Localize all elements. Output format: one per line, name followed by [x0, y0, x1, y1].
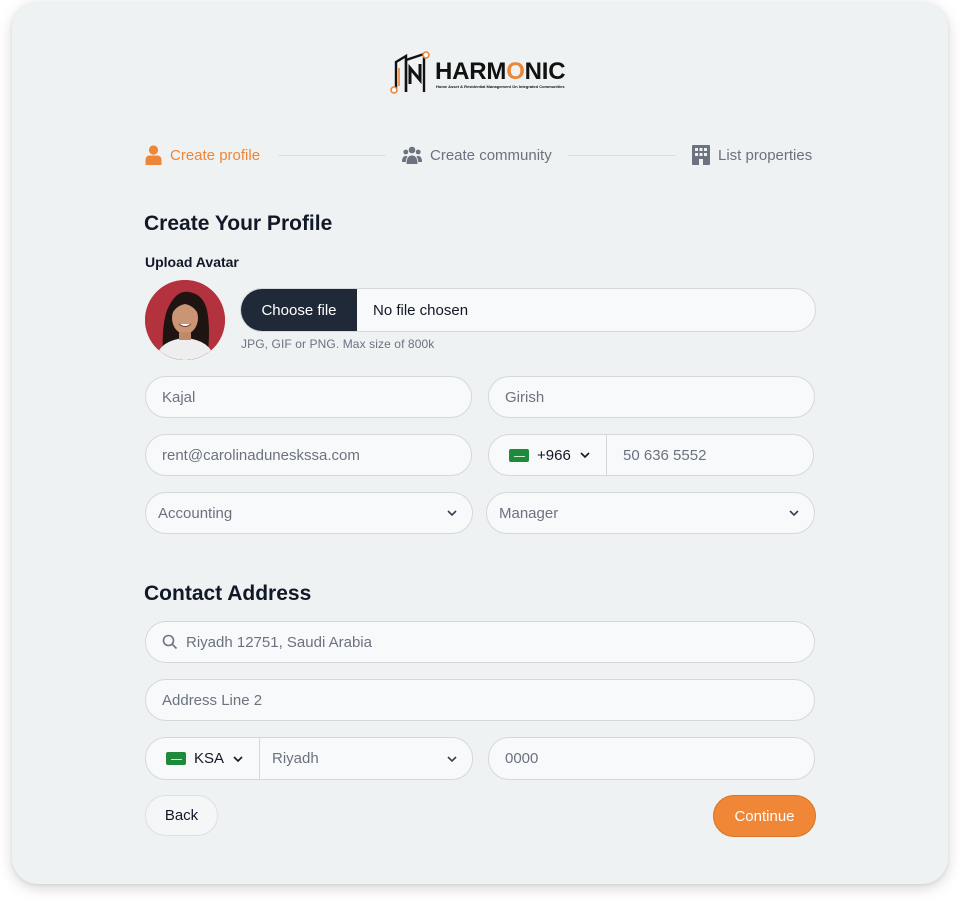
step-connector — [278, 155, 386, 156]
chevron-down-icon — [789, 510, 799, 517]
country-code-select[interactable]: +966 — [489, 435, 607, 475]
building-icon — [692, 145, 710, 165]
saudi-flag-icon — [509, 448, 529, 462]
users-icon — [402, 146, 422, 164]
postal-code-placeholder: 0000 — [505, 750, 539, 767]
step-list-properties[interactable]: List properties — [692, 144, 812, 166]
file-hint: JPG, GIF or PNG. Max size of 800k — [241, 337, 435, 351]
role-value: Manager — [499, 504, 559, 522]
step-label: List properties — [718, 146, 813, 164]
email-field[interactable]: rent@carolinaduneskssa.com — [145, 434, 472, 476]
user-icon — [145, 145, 162, 165]
address-section-title: Contact Address — [144, 582, 312, 605]
avatar-file-input[interactable]: Choose file No file chosen — [240, 288, 816, 332]
phone-number-value: 50 636 5552 — [623, 446, 707, 464]
logo-mark-icon — [390, 51, 430, 94]
address-search-field[interactable]: Riyadh 12751, Saudi Arabia — [145, 621, 815, 663]
country-city-field[interactable]: KSA Riyadh — [145, 737, 473, 780]
continue-button[interactable]: Continue — [713, 795, 816, 837]
last-name-value: Girish — [505, 388, 545, 406]
address-line2-placeholder: Address Line 2 — [162, 691, 263, 709]
avatar[interactable] — [145, 280, 225, 360]
step-connector — [568, 155, 676, 156]
city-value: Riyadh — [272, 750, 319, 767]
first-name-value: Kajal — [162, 388, 196, 406]
step-create-community[interactable]: Create community — [402, 144, 552, 166]
country-value: KSA — [194, 750, 225, 767]
chevron-down-icon — [447, 510, 457, 517]
brand-name: HARMONIC — [435, 58, 566, 85]
first-name-field[interactable]: Kajal — [145, 376, 472, 418]
address-line1-value: Riyadh 12751, Saudi Arabia — [186, 633, 372, 651]
phone-field[interactable]: +966 50 636 5552 — [488, 434, 814, 476]
upload-avatar-label: Upload Avatar — [145, 254, 239, 270]
back-button[interactable]: Back — [145, 795, 218, 836]
chevron-down-icon — [233, 755, 243, 762]
department-select[interactable]: Accounting — [145, 492, 473, 534]
department-value: Accounting — [158, 504, 233, 522]
country-select[interactable]: KSA — [146, 738, 260, 779]
last-name-field[interactable]: Girish — [488, 376, 815, 418]
step-label: Create profile — [170, 146, 261, 164]
brand-tagline: Home Asset & Residential Management On I… — [436, 84, 565, 89]
avatar-photo — [145, 280, 225, 360]
step-label: Create community — [430, 146, 552, 164]
postal-code-field[interactable]: 0000 — [488, 737, 815, 780]
address-line2-field[interactable]: Address Line 2 — [145, 679, 815, 721]
search-icon — [162, 634, 178, 650]
choose-file-button[interactable]: Choose file — [241, 289, 357, 331]
email-value: rent@carolinaduneskssa.com — [162, 446, 360, 464]
phone-number-input[interactable]: 50 636 5552 — [607, 447, 706, 464]
harmonic-logo: HARMONIC Home Asset & Residential Manage… — [380, 50, 580, 96]
city-select[interactable]: Riyadh — [260, 738, 472, 779]
chevron-down-icon — [580, 452, 590, 459]
file-status: No file chosen — [373, 301, 469, 319]
profile-section-title: Create Your Profile — [144, 212, 333, 235]
role-select[interactable]: Manager — [486, 492, 815, 534]
country-code-value: +966 — [537, 446, 571, 464]
chevron-down-icon — [447, 755, 457, 762]
step-create-profile[interactable]: Create profile — [145, 144, 260, 166]
saudi-flag-icon — [166, 752, 186, 765]
